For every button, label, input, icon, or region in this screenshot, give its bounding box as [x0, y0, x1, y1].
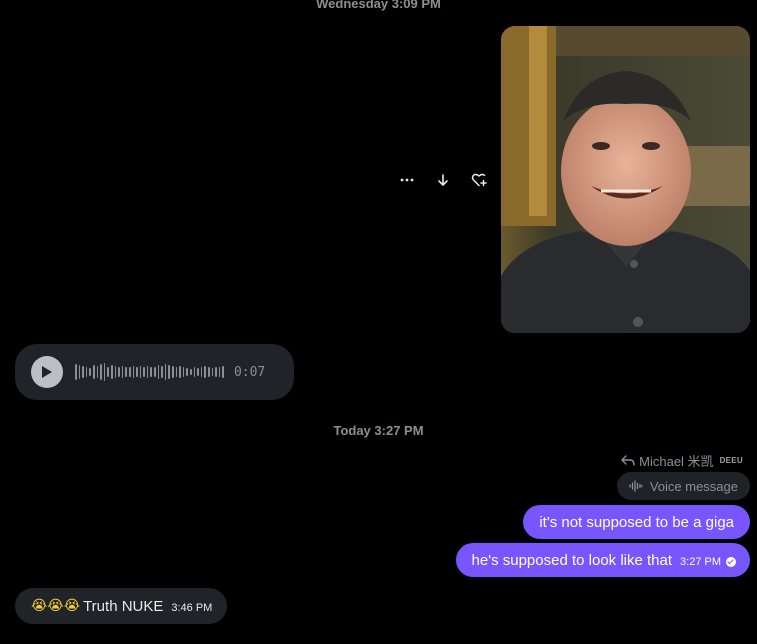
- waveform-bar: [78, 365, 81, 379]
- waveform-bar: [132, 366, 135, 378]
- waveform-bar: [121, 366, 124, 378]
- waveform-bar: [85, 367, 88, 377]
- waveform-bar: [211, 368, 214, 376]
- waveform-bar: [218, 367, 221, 377]
- waveform-bar: [75, 364, 77, 380]
- waveform-icon: [629, 480, 643, 492]
- message-text: he's supposed to look like that: [471, 551, 673, 569]
- waveform-bar: [186, 368, 188, 376]
- waveform-bar: [197, 368, 199, 376]
- waveform-bar: [125, 367, 127, 377]
- waveform-bar: [103, 363, 106, 381]
- waveform-bar: [146, 366, 149, 378]
- waveform-bar: [168, 365, 171, 379]
- waveform-bar: [139, 366, 142, 378]
- read-check-icon: [726, 557, 736, 567]
- waveform-bar: [200, 367, 203, 377]
- waveform-bar: [215, 367, 217, 377]
- voice-duration: 0:07: [233, 364, 266, 380]
- waveform-bar: [136, 367, 138, 377]
- more-icon[interactable]: [396, 170, 418, 190]
- waveform-bar: [114, 366, 117, 378]
- waveform-bar: [107, 367, 109, 377]
- waveform-bar: [179, 366, 181, 378]
- crying-emoji-icon: 😭😭😭: [31, 598, 81, 614]
- voice-message-bubble[interactable]: 0:07: [15, 344, 294, 400]
- waveform[interactable]: [75, 360, 224, 384]
- message-time: 3:27 PM: [680, 556, 721, 568]
- waveform-bar: [82, 366, 84, 378]
- image-actions: [396, 170, 490, 190]
- quoted-text: Voice message: [649, 478, 738, 494]
- quoted-voice-message[interactable]: Voice message: [616, 472, 750, 500]
- waveform-bar: [182, 367, 185, 377]
- waveform-bar: [175, 367, 178, 377]
- reply-header: Michael 米凯 DEEU: [621, 452, 743, 469]
- waveform-bar: [207, 367, 210, 377]
- waveform-bar: [222, 366, 224, 378]
- waveform-bar: [164, 364, 167, 380]
- message-time: 3:46 PM: [171, 602, 213, 614]
- waveform-bar: [89, 368, 91, 376]
- timestamp-today: Today 3:27 PM: [333, 423, 424, 438]
- play-icon: [42, 366, 52, 378]
- waveform-bar: [190, 369, 192, 375]
- sent-message-1[interactable]: it's not supposed to be a giga: [523, 505, 750, 539]
- waveform-bar: [92, 365, 95, 379]
- waveform-bar: [154, 367, 156, 377]
- waveform-bar: [157, 365, 160, 379]
- waveform-bar: [143, 367, 145, 377]
- sent-message-2[interactable]: he's supposed to look like that 3:27 PM: [455, 543, 750, 577]
- timestamp-wednesday: Wednesday 3:09 PM: [316, 0, 441, 11]
- reply-author: Michael 米凯: [639, 453, 714, 469]
- image-message[interactable]: [501, 26, 750, 333]
- portrait-photo: [501, 26, 750, 333]
- message-text: Truth NUKE: [83, 597, 164, 615]
- react-icon[interactable]: [468, 170, 490, 190]
- waveform-bar: [118, 367, 120, 377]
- download-icon[interactable]: [432, 170, 454, 190]
- reply-author-tag: DEEU: [719, 455, 743, 465]
- waveform-bar: [96, 366, 99, 378]
- waveform-bar: [128, 367, 131, 377]
- message-text: it's not supposed to be a giga: [539, 513, 734, 531]
- waveform-bar: [161, 366, 163, 378]
- received-message[interactable]: 😭😭😭 Truth NUKE 3:46 PM: [15, 588, 228, 624]
- waveform-bar: [110, 365, 113, 379]
- waveform-bar: [150, 367, 153, 377]
- waveform-bar: [193, 367, 196, 377]
- reply-icon: [621, 454, 635, 466]
- play-button[interactable]: [31, 356, 63, 388]
- waveform-bar: [172, 366, 174, 378]
- waveform-bar: [204, 366, 206, 378]
- waveform-bar: [100, 364, 102, 380]
